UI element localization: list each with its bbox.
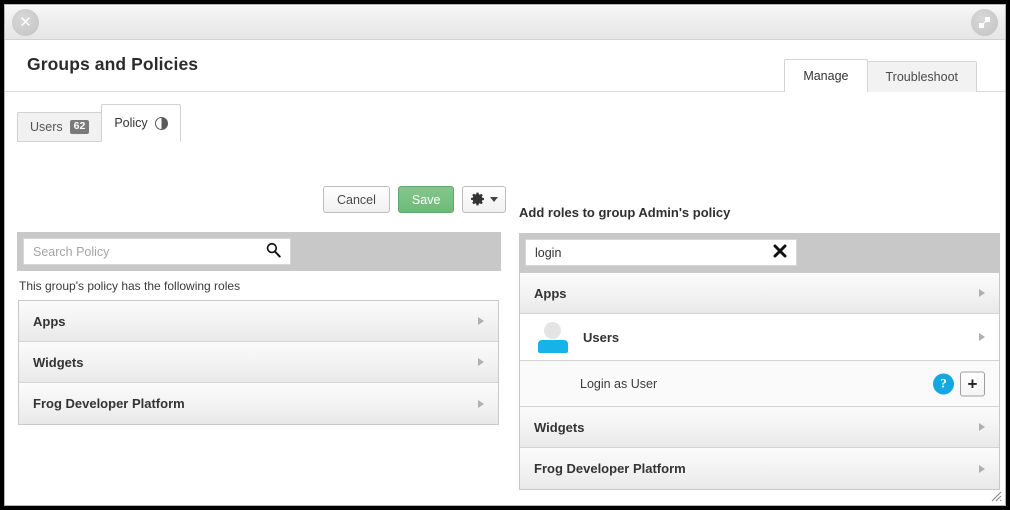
- search-icon[interactable]: [265, 241, 282, 262]
- role-label: Login as User: [580, 376, 658, 391]
- subtab-policy[interactable]: Policy: [101, 104, 181, 142]
- chevron-right-icon: [979, 423, 985, 431]
- expand-restore-icon[interactable]: [971, 9, 998, 36]
- role-group-label: Apps: [33, 313, 66, 329]
- top-tab-bar: Manage Troubleshoot: [784, 59, 977, 92]
- tab-manage[interactable]: Manage: [784, 59, 868, 92]
- add-roles-list: Apps Users Login as User ? + Widgets Fro…: [519, 272, 1000, 490]
- clear-x-icon[interactable]: [772, 243, 788, 263]
- subtab-policy-label: Policy: [114, 116, 148, 130]
- resize-handle[interactable]: [988, 488, 1002, 502]
- role-actions: ? +: [933, 371, 985, 396]
- role-group-label: Users: [583, 329, 620, 345]
- list-item[interactable]: Apps: [520, 273, 999, 314]
- add-roles-search-box[interactable]: [525, 239, 797, 266]
- avatar-head: [544, 322, 561, 339]
- tab-troubleshoot[interactable]: Troubleshoot: [866, 61, 977, 92]
- add-roles-title: Add roles to group Admin's policy: [519, 205, 731, 220]
- help-icon[interactable]: ?: [933, 373, 954, 394]
- page-header: Groups and Policies Manage Troubleshoot: [5, 40, 1005, 92]
- list-item[interactable]: Widgets: [520, 407, 999, 448]
- users-count-badge: 62: [69, 119, 90, 135]
- avatar-body: [538, 340, 568, 353]
- chevron-right-icon: [478, 317, 484, 325]
- list-item[interactable]: Frog Developer Platform: [520, 448, 999, 489]
- save-button[interactable]: Save: [397, 186, 455, 213]
- search-input[interactable]: [24, 239, 290, 264]
- add-role-button[interactable]: +: [960, 371, 985, 396]
- left-panel: Users 62 Policy Cancel Save Search Polic…: [5, 92, 510, 505]
- policy-hint-text: This group's policy has the following ro…: [19, 279, 241, 293]
- list-item[interactable]: Widgets: [19, 342, 498, 383]
- chevron-right-icon: [979, 333, 985, 341]
- policy-roles-list: Apps Widgets Frog Developer Platform: [18, 300, 499, 425]
- role-group-label: Apps: [534, 285, 567, 301]
- settings-menu-button[interactable]: [462, 186, 507, 213]
- role-group-label: Widgets: [534, 419, 585, 435]
- left-search-strip: [17, 232, 501, 271]
- subtab-users-label: Users: [30, 120, 63, 134]
- gear-icon: [471, 192, 485, 206]
- chevron-right-icon: [979, 289, 985, 297]
- chevron-right-icon: [979, 464, 985, 473]
- list-item[interactable]: Frog Developer Platform: [19, 383, 498, 424]
- page-body: Users 62 Policy Cancel Save Search Polic…: [5, 92, 1005, 505]
- expand-glyph: [979, 17, 990, 28]
- chevron-right-icon: [478, 358, 484, 366]
- right-search-strip: [519, 233, 1000, 272]
- close-icon[interactable]: ✕: [12, 9, 39, 36]
- close-glyph: ✕: [19, 13, 32, 31]
- list-item-users[interactable]: Users: [520, 314, 999, 361]
- cancel-button[interactable]: Cancel: [323, 186, 390, 213]
- window-titlebar: ✕: [5, 5, 1005, 40]
- role-group-label: Widgets: [33, 354, 84, 370]
- action-bar: Cancel Save: [323, 186, 507, 213]
- search-policy-box[interactable]: [23, 238, 291, 265]
- page-title: Groups and Policies: [27, 54, 199, 74]
- half-circle-icon: [154, 116, 168, 130]
- add-roles-search-input[interactable]: [526, 240, 796, 265]
- left-subtab-bar: Users 62 Policy: [17, 104, 181, 142]
- app-window: ✕ Groups and Policies Manage Troubleshoo…: [4, 4, 1006, 506]
- user-avatar-icon: [538, 322, 569, 353]
- role-group-label: Frog Developer Platform: [534, 461, 686, 476]
- role-group-label: Frog Developer Platform: [33, 396, 185, 411]
- chevron-right-icon: [478, 399, 484, 408]
- chevron-down-icon: [490, 197, 499, 202]
- list-item[interactable]: Apps: [19, 301, 498, 342]
- subtab-users[interactable]: Users 62: [17, 112, 103, 142]
- list-item-role[interactable]: Login as User ? +: [520, 361, 999, 407]
